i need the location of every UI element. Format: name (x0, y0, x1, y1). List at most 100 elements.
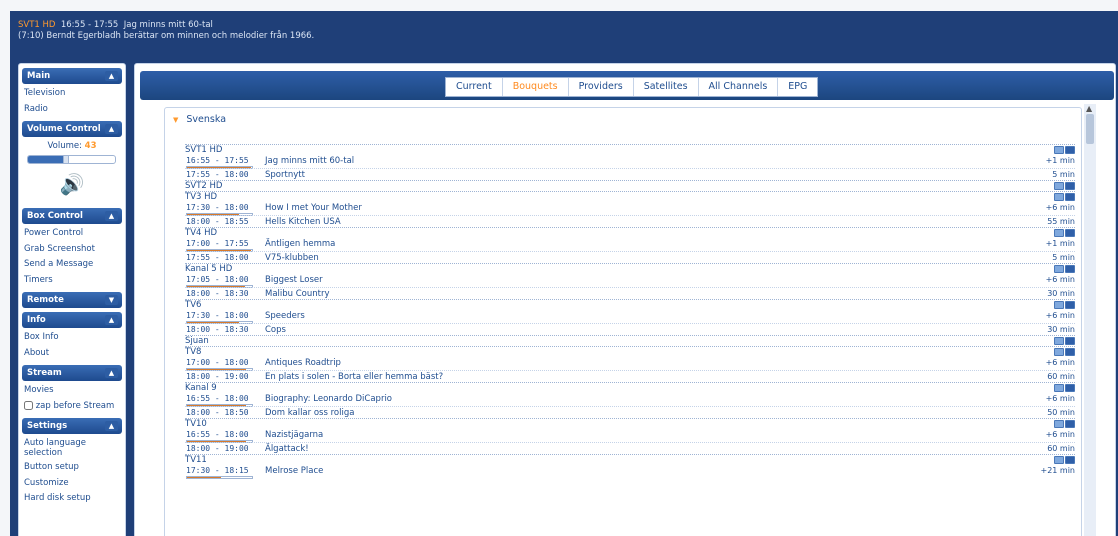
epg-event-row[interactable]: 18:00 - 18:30 Cops 30 min (185, 322, 1075, 336)
epg-icon[interactable] (1054, 348, 1064, 356)
tab-satellites[interactable]: Satellites (634, 78, 699, 96)
epg-icon[interactable] (1054, 384, 1064, 392)
sidebar-item-send-message[interactable]: Send a Message (19, 257, 125, 273)
channel-name[interactable]: TV6 (185, 299, 1075, 310)
epg-event-row[interactable]: 18:00 - 19:00 Älgattack! 60 min (185, 441, 1075, 455)
sidebar-item-auto-language[interactable]: Auto language selection (19, 436, 125, 460)
epg-event-row[interactable]: 18:00 - 19:00 En plats i solen - Borta el… (185, 369, 1075, 383)
epg-event-row[interactable]: 18:00 - 18:30 Malibu Country 30 min (185, 286, 1075, 300)
volume-knob[interactable] (62, 155, 69, 164)
scroll-thumb[interactable] (1086, 114, 1094, 144)
speaker-icon[interactable]: 🔊 (57, 170, 87, 198)
epg-event-row[interactable]: 17:00 - 17:55 Äntligen hemma +1 min (185, 238, 1075, 252)
sidebar-item-customize[interactable]: Customize (19, 476, 125, 492)
volume-slider[interactable] (27, 155, 116, 164)
stream-icon[interactable] (1065, 420, 1075, 428)
epg-event-row[interactable]: 17:05 - 18:00 Biggest Loser +6 min (185, 274, 1075, 288)
chevron-up-icon[interactable]: ▲ (105, 315, 118, 325)
channel-name[interactable]: TV8 (185, 346, 1075, 357)
sidebar-header-info[interactable]: Info ▲ (22, 312, 122, 328)
event-title[interactable]: Jag minns mitt 60-tal (265, 155, 354, 168)
channel-name[interactable]: TV11 (185, 454, 1075, 465)
epg-event-row[interactable]: 17:55 - 18:00 V75-klubben 5 min (185, 250, 1075, 264)
event-title[interactable]: Nazistjägarna (265, 429, 323, 442)
sidebar-header-settings[interactable]: Settings ▲ (22, 418, 122, 434)
stream-icon[interactable] (1065, 456, 1075, 464)
chevron-up-icon[interactable]: ▲ (105, 211, 118, 221)
sidebar-item-button-setup[interactable]: Button setup (19, 460, 125, 476)
sidebar-item-hard-disk-setup[interactable]: Hard disk setup (19, 491, 125, 507)
chevron-up-icon[interactable]: ▲ (105, 421, 118, 431)
channel-name[interactable]: TV4 HD (185, 227, 1075, 238)
chevron-up-icon[interactable]: ▲ (105, 368, 118, 378)
epg-event-row[interactable]: 16:55 - 18:00 Nazistjägarna +6 min (185, 429, 1075, 443)
epg-icon[interactable] (1054, 420, 1064, 428)
epg-icon[interactable] (1054, 456, 1064, 464)
sidebar-item-timers[interactable]: Timers (19, 273, 125, 289)
scroll-up-icon[interactable]: ▲ (1086, 104, 1092, 113)
sidebar-header-remote[interactable]: Remote ▼ (22, 292, 122, 308)
epg-event-row[interactable]: 17:30 - 18:00 Speeders +6 min (185, 310, 1075, 324)
tab-epg[interactable]: EPG (778, 78, 817, 96)
tab-providers[interactable]: Providers (569, 78, 634, 96)
sidebar-header-stream[interactable]: Stream ▲ (22, 365, 122, 381)
channel-name[interactable]: SVT1 HD (185, 144, 1075, 155)
epg-icon[interactable] (1054, 182, 1064, 190)
sidebar-item-movies[interactable]: Movies (19, 383, 125, 399)
epg-event-row[interactable]: 16:55 - 18:00 Biography: Leonardo DiCapri… (185, 393, 1075, 407)
chevron-down-icon[interactable]: ▼ (105, 295, 118, 305)
channel-name[interactable]: Kanal 5 HD (185, 263, 1075, 274)
channel-name[interactable]: TV3 HD (185, 191, 1075, 202)
stream-icon[interactable] (1065, 146, 1075, 154)
event-title[interactable]: Äntligen hemma (265, 238, 335, 251)
event-title[interactable]: Speeders (265, 310, 305, 323)
epg-event-row[interactable]: 18:00 - 18:55 Hells Kitchen USA 55 min (185, 214, 1075, 228)
sidebar-header-main[interactable]: Main ▲ (22, 68, 122, 84)
stream-icon[interactable] (1065, 384, 1075, 392)
epg-event-row[interactable]: 17:55 - 18:00 Sportnytt 5 min (185, 167, 1075, 181)
channel-name[interactable]: SVT2 HD (185, 180, 1075, 191)
sidebar-item-grab-screenshot[interactable]: Grab Screenshot (19, 242, 125, 258)
event-title[interactable]: Biggest Loser (265, 274, 323, 287)
epg-event-row[interactable]: 17:30 - 18:15 Melrose Place +21 min (185, 465, 1075, 479)
sidebar-item-about[interactable]: About (19, 346, 125, 362)
sidebar-item-radio[interactable]: Radio (19, 102, 125, 118)
zap-before-stream-option[interactable]: zap before Stream (19, 399, 125, 415)
epg-icon[interactable] (1054, 337, 1064, 345)
sidebar-item-television[interactable]: Television (19, 86, 125, 102)
event-title[interactable]: How I met Your Mother (265, 202, 362, 215)
tab-bouquets[interactable]: Bouquets (503, 78, 569, 96)
channel-name[interactable]: TV10 (185, 418, 1075, 429)
epg-event-row[interactable]: 17:30 - 18:00 How I met Your Mother +6 min (185, 202, 1075, 216)
epg-event-row[interactable]: 18:00 - 18:50 Dom kallar oss roliga 50 min (185, 405, 1075, 419)
sidebar-item-box-info[interactable]: Box Info (19, 330, 125, 346)
epg-event-row[interactable]: 16:55 - 17:55 Jag minns mitt 60-tal +1 min (185, 155, 1075, 169)
now-playing-channel[interactable]: SVT1 HD (18, 20, 55, 30)
chevron-up-icon[interactable]: ▲ (105, 71, 118, 81)
stream-icon[interactable] (1065, 193, 1075, 201)
chevron-up-icon[interactable]: ▲ (105, 124, 118, 134)
sidebar-header-volume[interactable]: Volume Control ▲ (22, 121, 122, 137)
zap-checkbox[interactable] (24, 400, 33, 410)
epg-event-row[interactable]: 17:00 - 18:00 Antiques Roadtrip +6 min (185, 357, 1075, 371)
epg-icon[interactable] (1054, 193, 1064, 201)
scrollbar[interactable]: ▲ (1084, 104, 1096, 536)
epg-icon[interactable] (1054, 146, 1064, 154)
event-title[interactable]: Melrose Place (265, 465, 323, 478)
stream-icon[interactable] (1065, 182, 1075, 190)
event-title[interactable]: Biography: Leonardo DiCaprio (265, 393, 392, 406)
epg-icon[interactable] (1054, 301, 1064, 309)
stream-icon[interactable] (1065, 348, 1075, 356)
epg-icon[interactable] (1054, 229, 1064, 237)
channel-name[interactable]: Sjuan (185, 335, 1075, 346)
sidebar-item-power-control[interactable]: Power Control (19, 226, 125, 242)
tab-current[interactable]: Current (446, 78, 503, 96)
epg-icon[interactable] (1054, 265, 1064, 273)
sidebar-header-box-control[interactable]: Box Control ▲ (22, 208, 122, 224)
stream-icon[interactable] (1065, 337, 1075, 345)
stream-icon[interactable] (1065, 301, 1075, 309)
channel-name[interactable]: Kanal 9 (185, 382, 1075, 393)
bouquet-header[interactable]: ▼ Svenska (173, 114, 226, 125)
tab-all-channels[interactable]: All Channels (699, 78, 779, 96)
stream-icon[interactable] (1065, 229, 1075, 237)
